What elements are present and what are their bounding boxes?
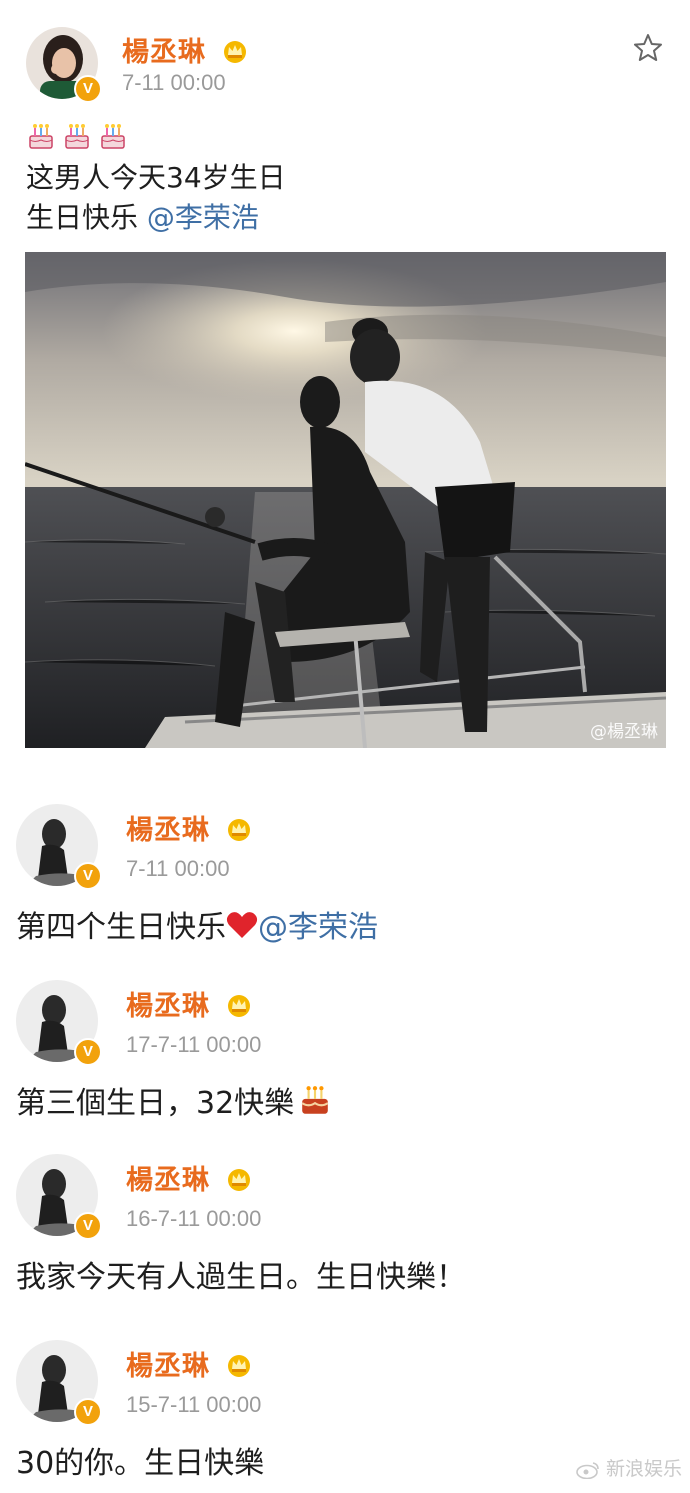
post-text-line: 第三個生日，32快樂 xyxy=(16,1084,332,1124)
mention-link[interactable]: @李荣浩 xyxy=(147,201,259,234)
post-photo[interactable]: @楊丞琳 xyxy=(25,252,666,748)
post-time: 17-7-11 00:00 xyxy=(126,1032,262,1057)
sunset-fishing-photo xyxy=(25,252,666,748)
crown-icon xyxy=(228,994,251,1017)
post-text-line: 30的你。生日快樂 xyxy=(16,1444,264,1484)
post-text: 我家今天有人過生日。生日快樂！ xyxy=(16,1260,466,1295)
post-time: 7-11 00:00 xyxy=(126,856,230,881)
post-text: 30的你。生日快樂 xyxy=(16,1446,265,1481)
username[interactable]: 楊丞琳 xyxy=(126,991,210,1022)
username-link[interactable]: 楊丞琳 xyxy=(126,1158,252,1197)
username-link[interactable]: 楊丞琳 xyxy=(122,30,248,69)
crown-icon xyxy=(228,1168,251,1191)
username-link[interactable]: 楊丞琳 xyxy=(126,1344,252,1383)
post-time: 7-11 00:00 xyxy=(122,70,226,95)
cake-icon xyxy=(29,123,53,149)
weibo-post: V 楊丞琳 16-7-11 00:00 我家今天有人過生日。生日快樂！ xyxy=(0,1150,690,1310)
post-text: 生日快乐 xyxy=(26,201,139,234)
crown-icon xyxy=(224,40,247,63)
crown-icon xyxy=(228,818,251,841)
post-text: 第三個生日，32快樂 xyxy=(16,1086,295,1121)
post-text-line2: 生日快乐 @李荣浩 xyxy=(26,198,259,238)
mention-link[interactable]: @李荣浩 xyxy=(258,910,378,945)
weibo-post: V 楊丞琳 17-7-11 00:00 第三個生日，32快樂 xyxy=(0,976,690,1136)
username[interactable]: 楊丞琳 xyxy=(126,1351,210,1382)
heart-icon xyxy=(226,911,258,938)
weibo-logo-icon xyxy=(576,1461,599,1479)
post-text-line1: 这男人今天34岁生日 xyxy=(26,161,286,194)
post-text-line: 我家今天有人過生日。生日快樂！ xyxy=(16,1258,466,1298)
post-text-line: 第四个生日快乐 @李荣浩 xyxy=(16,908,378,948)
user-avatar[interactable]: V xyxy=(16,980,102,1066)
verified-badge-icon: V xyxy=(74,1212,102,1240)
verified-badge-icon: V xyxy=(74,1398,102,1426)
username-link[interactable]: 楊丞琳 xyxy=(126,984,252,1023)
post-time: 15-7-11 00:00 xyxy=(126,1392,262,1417)
cake-icon xyxy=(65,123,89,149)
username[interactable]: 楊丞琳 xyxy=(126,1165,210,1196)
crown-icon xyxy=(228,1354,251,1377)
verified-badge-icon: V xyxy=(74,1038,102,1066)
footer-watermark-text: 新浪娱乐 xyxy=(605,1458,682,1480)
photo-watermark: @楊丞琳 xyxy=(590,722,658,742)
username-link[interactable]: 楊丞琳 xyxy=(126,808,252,847)
user-avatar[interactable]: V xyxy=(26,27,102,103)
username[interactable]: 楊丞琳 xyxy=(126,815,210,846)
post-time: 16-7-11 00:00 xyxy=(126,1206,262,1231)
user-avatar[interactable]: V xyxy=(16,804,102,890)
user-avatar[interactable]: V xyxy=(16,1340,102,1426)
post-text: 第四个生日快乐 xyxy=(16,910,226,945)
verified-badge-icon: V xyxy=(74,862,102,890)
weibo-post: V 楊丞琳 7-11 00:00 第四个生日快乐 @李荣浩 xyxy=(0,800,690,960)
weibo-post-top: V 楊丞琳 7-11 00:00 这男人今天34岁生日 生日快乐 @李荣浩 @楊… xyxy=(0,0,690,760)
cake-icon xyxy=(101,123,125,149)
footer-watermark: 新浪娱乐 xyxy=(576,1454,682,1481)
username[interactable]: 楊丞琳 xyxy=(122,37,206,68)
verified-badge-icon: V xyxy=(74,75,102,103)
emoji-line xyxy=(26,118,134,158)
cake-icon xyxy=(301,1085,329,1114)
star-icon[interactable] xyxy=(632,32,664,64)
user-avatar[interactable]: V xyxy=(16,1154,102,1240)
